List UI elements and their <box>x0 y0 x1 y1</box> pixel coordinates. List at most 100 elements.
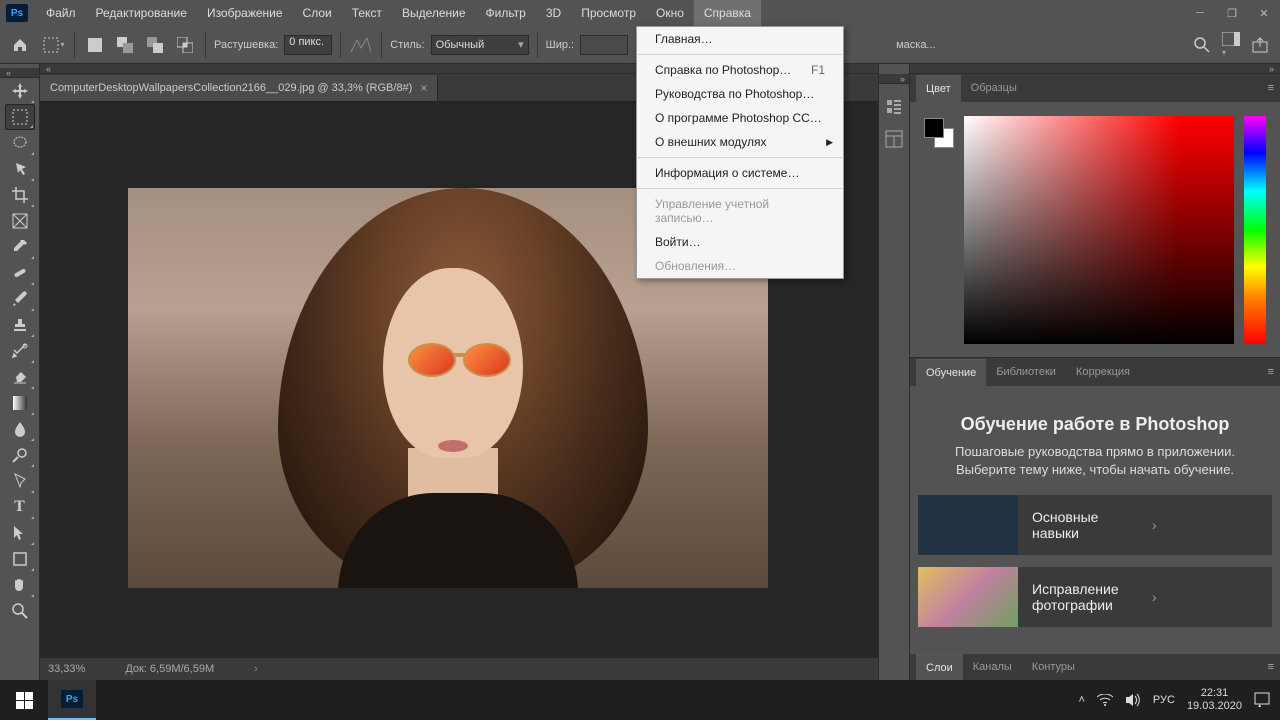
quick-select-tool[interactable] <box>5 156 35 182</box>
heal-tool[interactable] <box>5 260 35 286</box>
tab-adjustments[interactable]: Коррекция <box>1066 359 1140 385</box>
toolbox: « T <box>0 64 40 680</box>
move-tool[interactable] <box>5 78 35 104</box>
selection-intersect[interactable] <box>173 33 197 57</box>
zoom-tool[interactable] <box>5 598 35 624</box>
collapsed-panels: » <box>878 64 910 680</box>
dd-sysinfo[interactable]: Информация о системе… <box>637 161 843 185</box>
menu-window[interactable]: Окно <box>646 0 694 26</box>
workspace-switcher[interactable]: ▾ <box>1222 32 1240 58</box>
tray-chevron-icon[interactable]: ˄ <box>1078 694 1084 706</box>
dodge-tool[interactable] <box>5 442 35 468</box>
menu-edit[interactable]: Редактирование <box>86 0 197 26</box>
feather-label: Растушевка: <box>214 39 278 51</box>
menubar: Ps Файл Редактирование Изображение Слои … <box>0 0 1280 26</box>
selection-add[interactable] <box>113 33 137 57</box>
frame-tool[interactable] <box>5 208 35 234</box>
panels-collapse[interactable]: » <box>910 64 1280 74</box>
dd-plugins[interactable]: О внешних модулях▶ <box>637 130 843 154</box>
window-controls: ─ ❐ ✕ <box>1184 0 1280 26</box>
menu-image[interactable]: Изображение <box>197 0 293 26</box>
dd-ps-help[interactable]: Справка по Photoshop…F1 <box>637 58 843 82</box>
hue-slider[interactable] <box>1244 116 1266 344</box>
menu-file[interactable]: Файл <box>36 0 86 26</box>
menu-layer[interactable]: Слои <box>293 0 342 26</box>
menu-help[interactable]: Справка <box>694 0 761 26</box>
width-input[interactable] <box>580 35 628 55</box>
selection-new[interactable] <box>83 33 107 57</box>
menu-select[interactable]: Выделение <box>392 0 476 26</box>
type-tool[interactable]: T <box>5 494 35 520</box>
dd-tutorials[interactable]: Руководства по Photoshop… <box>637 82 843 106</box>
search-icon[interactable] <box>1194 37 1210 53</box>
menu-filter[interactable]: Фильтр <box>476 0 536 26</box>
properties-panel-icon[interactable] <box>885 130 903 148</box>
panel-menu-icon[interactable]: ≡ <box>1268 661 1274 673</box>
zoom-level[interactable]: 33,33% <box>48 663 85 675</box>
action-center-icon[interactable] <box>1254 692 1270 708</box>
feather-input[interactable]: 0 пикс. <box>284 35 332 55</box>
wifi-icon[interactable] <box>1097 694 1113 706</box>
taskbar-photoshop[interactable]: Ps <box>48 680 96 720</box>
flyout-expand[interactable]: » <box>879 74 909 84</box>
marquee-preset[interactable]: ▾ <box>42 33 66 57</box>
crop-tool[interactable] <box>5 182 35 208</box>
learn-panel-tabs: Обучение Библиотеки Коррекция ≡ <box>910 358 1280 386</box>
fg-bg-swatch[interactable] <box>924 118 954 148</box>
menu-text[interactable]: Текст <box>342 0 392 26</box>
selection-subtract[interactable] <box>143 33 167 57</box>
chevron-right-icon[interactable]: › <box>254 663 258 675</box>
pen-tool[interactable] <box>5 468 35 494</box>
shape-tool[interactable] <box>5 546 35 572</box>
tab-paths[interactable]: Контуры <box>1022 654 1085 680</box>
menu-3d[interactable]: 3D <box>536 0 571 26</box>
color-field[interactable] <box>964 116 1234 344</box>
dd-about[interactable]: О программе Photoshop CC… <box>637 106 843 130</box>
start-button[interactable] <box>0 680 48 720</box>
gradient-tool[interactable] <box>5 390 35 416</box>
style-select[interactable]: Обычный <box>431 35 529 55</box>
path-select-tool[interactable] <box>5 520 35 546</box>
history-panel-icon[interactable] <box>885 98 903 116</box>
volume-icon[interactable] <box>1125 693 1141 707</box>
width-label: Шир.: <box>546 39 574 51</box>
learn-title: Обучение работе в Photoshop <box>934 414 1256 435</box>
document-tab[interactable]: ComputerDesktopWallpapersCollection2166_… <box>40 75 438 101</box>
chevron-right-icon: ▶ <box>826 137 833 148</box>
panel-menu-icon[interactable]: ≡ <box>1268 366 1274 378</box>
learn-card-retouch[interactable]: Исправление фотографии › <box>918 567 1272 627</box>
tab-libraries[interactable]: Библиотеки <box>986 359 1066 385</box>
language-indicator[interactable]: РУС <box>1153 694 1175 706</box>
taskbar-clock[interactable]: 22:31 19.03.2020 <box>1187 687 1242 713</box>
window-close[interactable]: ✕ <box>1248 0 1280 26</box>
menu-view[interactable]: Просмотр <box>571 0 646 26</box>
history-brush-tool[interactable] <box>5 338 35 364</box>
learn-card-basics[interactable]: Основные навыки › <box>918 495 1272 555</box>
eyedropper-tool[interactable] <box>5 234 35 260</box>
doc-size[interactable]: Док: 6,59M/6,59M <box>125 663 214 675</box>
toolbox-collapse[interactable]: « <box>0 68 39 78</box>
dd-home[interactable]: Главная… <box>637 27 843 51</box>
stamp-tool[interactable] <box>5 312 35 338</box>
lasso-tool[interactable] <box>5 130 35 156</box>
close-icon[interactable]: × <box>420 81 427 95</box>
antialias-toggle[interactable] <box>349 33 373 57</box>
marquee-tool[interactable] <box>5 104 35 130</box>
tab-layers[interactable]: Слои <box>916 654 963 681</box>
blur-tool[interactable] <box>5 416 35 442</box>
window-minimize[interactable]: ─ <box>1184 0 1216 26</box>
tab-channels[interactable]: Каналы <box>963 654 1022 680</box>
window-restore[interactable]: ❐ <box>1216 0 1248 26</box>
dd-signin[interactable]: Войти… <box>637 230 843 254</box>
brush-tool[interactable] <box>5 286 35 312</box>
panel-menu-icon[interactable]: ≡ <box>1268 82 1274 94</box>
tab-swatches[interactable]: Образцы <box>961 75 1027 101</box>
hand-tool[interactable] <box>5 572 35 598</box>
home-button[interactable] <box>6 33 34 57</box>
mask-label[interactable]: маска... <box>896 39 936 51</box>
dd-sep <box>638 157 842 158</box>
share-icon[interactable] <box>1252 37 1268 53</box>
tab-learn[interactable]: Обучение <box>916 359 986 386</box>
eraser-tool[interactable] <box>5 364 35 390</box>
tab-color[interactable]: Цвет <box>916 75 961 102</box>
